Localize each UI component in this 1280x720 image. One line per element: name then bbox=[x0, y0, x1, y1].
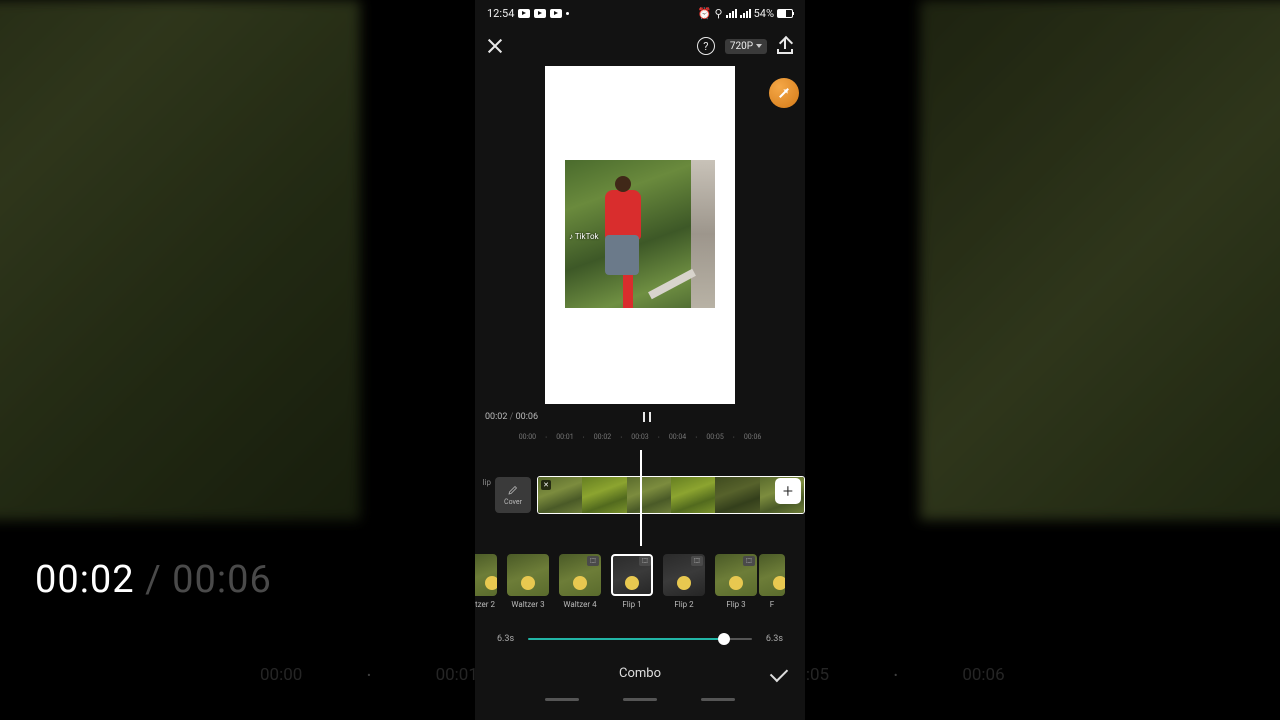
youtube-icon bbox=[550, 9, 562, 18]
add-clip-button[interactable]: + bbox=[775, 478, 801, 504]
pause-button[interactable] bbox=[643, 412, 651, 422]
effect-thumb: ⬚ bbox=[559, 554, 601, 596]
effect-f[interactable]: F bbox=[759, 554, 785, 609]
panel-title: Combo bbox=[619, 666, 661, 681]
slider-min-label: 6.3s bbox=[497, 634, 514, 644]
effect-label: F bbox=[770, 600, 774, 609]
effects-row[interactable]: ltzer 2 Waltzer 3 ⬚ Waltzer 4 ⬚ Flip 1 ⬚ Flip 2… bbox=[475, 546, 805, 626]
editor-topbar: ? 720P bbox=[475, 26, 805, 66]
preview-clip: ♪ TikTok bbox=[565, 160, 715, 308]
alarm-icon: ⏰ bbox=[698, 7, 712, 20]
clip-strip[interactable]: ✕ bbox=[537, 476, 805, 514]
duration-slider: 6.3s 6.3s bbox=[475, 626, 805, 652]
phone-frame: 12:54 ⏰ ⚲ 54% ? 720P bbox=[475, 0, 805, 720]
close-icon bbox=[487, 38, 503, 54]
upload-icon bbox=[784, 38, 786, 49]
effect-thumb bbox=[507, 554, 549, 596]
effect-thumb bbox=[475, 554, 497, 596]
chevron-down-icon bbox=[756, 44, 762, 48]
slider-knob[interactable] bbox=[718, 633, 730, 645]
quality-label: 720P bbox=[730, 41, 753, 52]
effect-label: Flip 1 bbox=[622, 600, 641, 609]
help-button[interactable]: ? bbox=[697, 37, 715, 55]
slider-max-label: 6.3s bbox=[766, 634, 783, 644]
time-ruler[interactable]: 00:00· 00:01· 00:02· 00:03· 00:04· 00:05… bbox=[475, 430, 805, 444]
export-button[interactable] bbox=[777, 38, 793, 54]
effect-waltzer-3[interactable]: Waltzer 3 bbox=[507, 554, 549, 609]
cover-button[interactable]: Cover bbox=[495, 477, 531, 513]
preview-canvas: ♪ TikTok bbox=[545, 66, 735, 404]
signal-icon bbox=[740, 9, 751, 18]
pro-badge-icon: ⬚ bbox=[691, 556, 703, 566]
battery-percent: 54% bbox=[754, 7, 774, 20]
wifi-icon: ⚲ bbox=[715, 7, 723, 20]
effect-label: Flip 3 bbox=[726, 600, 745, 609]
effect-thumb: ⬚ bbox=[611, 554, 653, 596]
effect-flip-3[interactable]: ⬚ Flip 3 bbox=[715, 554, 757, 609]
pro-badge-icon: ⬚ bbox=[639, 556, 651, 566]
pencil-icon bbox=[779, 88, 789, 98]
pro-badge-icon: ⬚ bbox=[587, 556, 599, 566]
background-blur-left bbox=[0, 0, 360, 520]
android-navbar[interactable] bbox=[475, 694, 805, 704]
effect-thumb: ⬚ bbox=[663, 554, 705, 596]
confirm-button[interactable] bbox=[770, 664, 788, 682]
effect-flip-1[interactable]: ⬚ Flip 1 bbox=[611, 554, 653, 609]
playback-time: 00:02 / 00:06 bbox=[485, 412, 538, 422]
pro-badge-icon: ⬚ bbox=[743, 556, 755, 566]
effect-label: ltzer 2 bbox=[475, 600, 495, 609]
effect-label: Waltzer 4 bbox=[563, 600, 596, 609]
timeline[interactable]: lip Cover ✕ + bbox=[475, 450, 805, 546]
youtube-icon bbox=[534, 9, 546, 18]
effect-ltzer-2[interactable]: ltzer 2 bbox=[475, 554, 497, 609]
edit-icon bbox=[507, 484, 519, 496]
mute-icon: ✕ bbox=[541, 480, 551, 490]
more-notifications-icon bbox=[566, 12, 569, 15]
status-bar: 12:54 ⏰ ⚲ 54% bbox=[475, 0, 805, 26]
cover-label: Cover bbox=[504, 498, 522, 506]
panel-footer: Combo bbox=[475, 652, 805, 694]
playhead[interactable] bbox=[640, 450, 642, 546]
effect-waltzer-4[interactable]: ⬚ Waltzer 4 bbox=[559, 554, 601, 609]
preview-area[interactable]: ♪ TikTok bbox=[475, 66, 805, 404]
effect-label: Waltzer 3 bbox=[511, 600, 544, 609]
effect-flip-2[interactable]: ⬚ Flip 2 bbox=[663, 554, 705, 609]
effect-thumb: ⬚ bbox=[715, 554, 757, 596]
signal-icon bbox=[726, 9, 737, 18]
quality-selector[interactable]: 720P bbox=[725, 39, 767, 54]
battery-icon bbox=[777, 9, 793, 18]
close-button[interactable] bbox=[487, 38, 503, 54]
background-blur-right bbox=[920, 0, 1280, 520]
background-timecode: 00:02 / 00:06 bbox=[35, 558, 272, 602]
youtube-icon bbox=[518, 9, 530, 18]
slider-track[interactable] bbox=[528, 638, 752, 640]
tiktok-watermark-icon: ♪ TikTok bbox=[569, 232, 599, 241]
effect-thumb bbox=[759, 554, 785, 596]
effect-label: Flip 2 bbox=[674, 600, 693, 609]
status-time: 12:54 bbox=[487, 7, 514, 20]
edit-fab[interactable] bbox=[769, 78, 799, 108]
play-bar: 00:02 / 00:06 bbox=[475, 404, 805, 430]
